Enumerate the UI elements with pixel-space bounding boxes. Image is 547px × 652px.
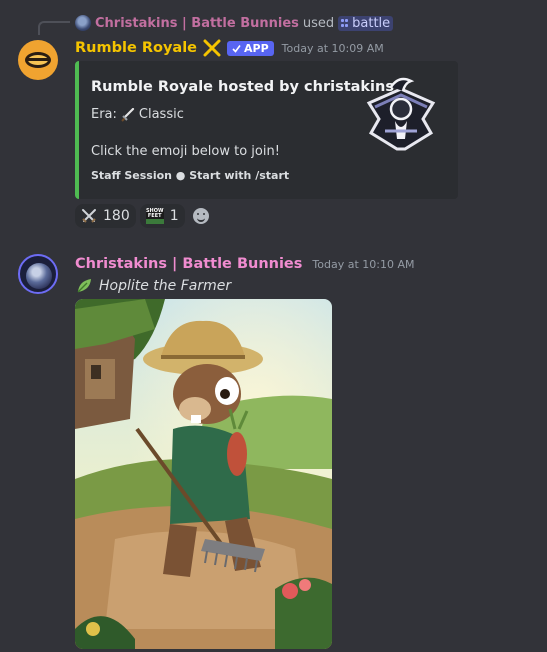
embed-join-text: Click the emoji below to join!: [91, 144, 280, 159]
timestamp[interactable]: Today at 10:10 AM: [312, 258, 414, 271]
embed-title: Rumble Royale hosted by christakins: [91, 79, 394, 95]
command-mention[interactable]: battle: [338, 15, 394, 31]
smiley-icon: [192, 208, 209, 224]
message-text: Hoplite the Farmer: [99, 278, 232, 294]
reaction-show-feet[interactable]: SHOW FEET 1: [139, 204, 185, 228]
era-label: Era:: [91, 107, 117, 122]
avatar-christakins[interactable]: [18, 254, 58, 294]
hoplite-farmer-artwork[interactable]: [75, 299, 332, 649]
slash-command-icon: [341, 19, 349, 27]
add-reaction-button[interactable]: [189, 204, 213, 228]
app-badge-label: APP: [244, 41, 269, 55]
command-name: battle: [352, 15, 391, 31]
embed-footer: Staff Session ● Start with /start: [91, 169, 290, 182]
reaction-count: 1: [169, 208, 179, 224]
message-header: Christakins | Battle Bunnies Today at 10…: [75, 254, 414, 274]
reply-used-text: used: [302, 15, 335, 31]
avatar-rumble-royale[interactable]: [18, 40, 58, 80]
era-value: Classic: [138, 107, 184, 122]
embed-era: Era: Classic: [91, 107, 184, 122]
username-christakins[interactable]: Christakins | Battle Bunnies: [75, 256, 302, 272]
message-header: Rumble Royale APP Today at 10:09 AM: [75, 38, 384, 58]
username-rumble-royale[interactable]: Rumble Royale: [75, 40, 197, 56]
reply-username[interactable]: Christakins | Battle Bunnies: [95, 16, 299, 31]
reactions-bar: 180 SHOW FEET 1: [75, 204, 213, 228]
crossed-swords-icon: [203, 39, 221, 57]
leaf-emoji-icon: [77, 279, 91, 293]
reaction-crossed-swords[interactable]: 180: [75, 204, 136, 228]
sword-emoji-icon: [121, 107, 135, 122]
verified-check-icon: [232, 44, 241, 53]
timestamp[interactable]: Today at 10:09 AM: [282, 42, 384, 55]
crossed-swords-icon: [82, 209, 96, 223]
message-content: Hoplite the Farmer: [75, 276, 231, 296]
app-badge: APP: [227, 40, 274, 56]
reaction-count: 180: [103, 208, 130, 224]
reply-avatar: [75, 15, 91, 31]
reply-context[interactable]: Christakins | Battle Bunnies used battle: [75, 14, 394, 32]
embed-card: Rumble Royale hosted by christakins Era:…: [75, 61, 458, 199]
embed-thumbnail-logo: [366, 77, 436, 151]
reply-spine: [38, 21, 70, 35]
show-feet-emoji-icon: SHOW FEET: [145, 207, 164, 225]
